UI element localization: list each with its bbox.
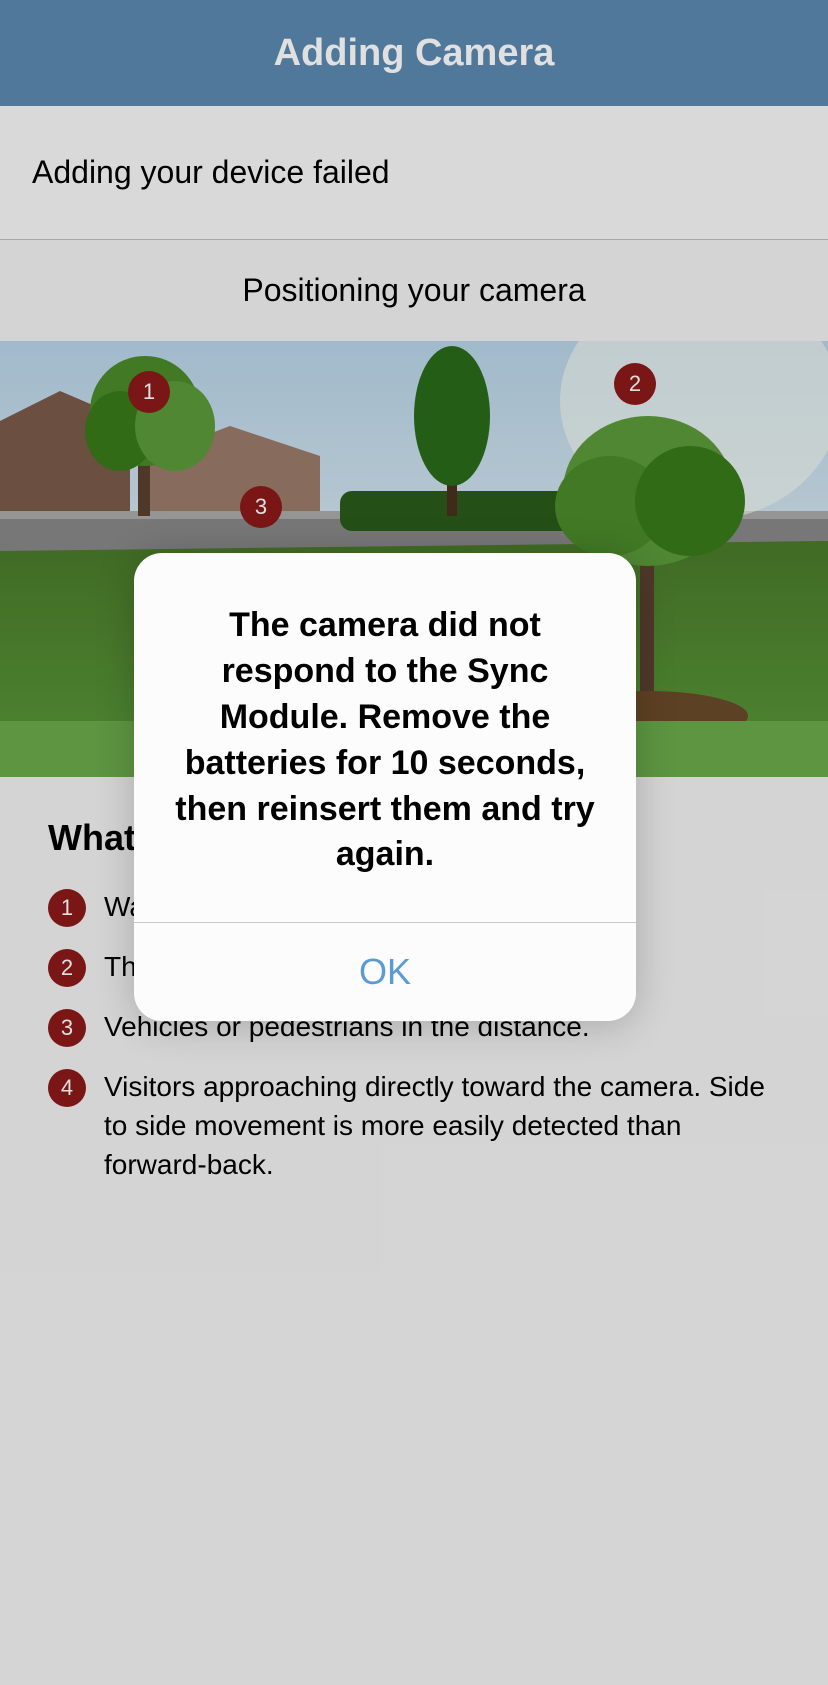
dialog-message: The camera did not respond to the Sync M… [134, 553, 636, 922]
ok-button[interactable]: OK [134, 923, 636, 1021]
modal-overlay: The camera did not respond to the Sync M… [0, 0, 828, 1685]
alert-dialog: The camera did not respond to the Sync M… [134, 553, 636, 1021]
